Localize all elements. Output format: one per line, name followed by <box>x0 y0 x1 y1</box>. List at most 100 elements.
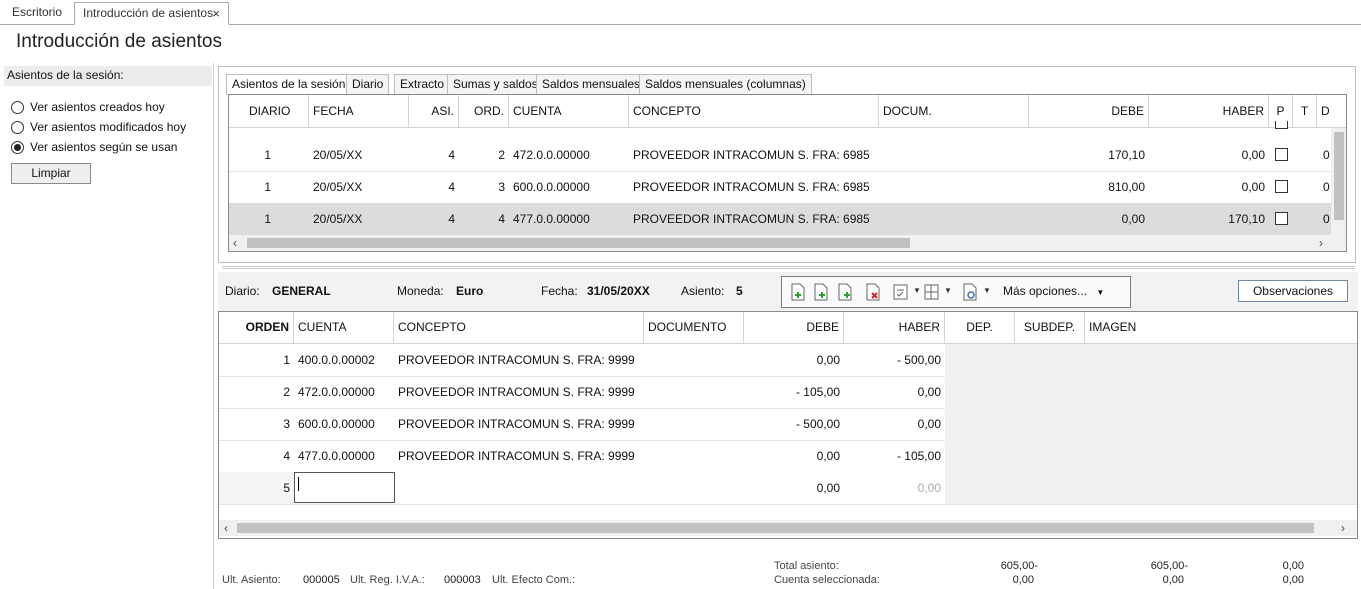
column-header-haber[interactable]: HABER <box>844 312 945 344</box>
cell-concepto[interactable]: PROVEEDOR INTRACOMUN S. FRA: 9999 <box>394 440 644 472</box>
cell-debe[interactable]: 0,00 <box>744 472 844 504</box>
cell-cuenta[interactable]: 472.0.0.00000 <box>294 376 394 408</box>
checkbox[interactable] <box>1275 212 1288 225</box>
column-header-debe[interactable]: DEBE <box>1029 95 1149 128</box>
radio-as-used[interactable]: Ver asientos según se usan <box>11 140 201 156</box>
cell-cuenta[interactable]: 600.0.0.00000 <box>294 408 394 440</box>
column-header-docum[interactable]: DOCUM. <box>879 95 1029 128</box>
column-header-asi[interactable]: ASI. <box>409 95 459 128</box>
scrollbar-thumb[interactable] <box>247 238 910 248</box>
tab-saldos-mensuales[interactable]: Saldos mensuales <box>536 74 647 94</box>
cell-concepto[interactable]: PROVEEDOR INTRACOMUN S. FRA: 9999 <box>394 376 644 408</box>
tab-introduccion-asientos[interactable]: Introducción de asientos × <box>74 2 229 25</box>
more-options-menu[interactable]: Más opciones... ▼ <box>1003 284 1104 298</box>
document-settings-icon[interactable] <box>961 283 979 301</box>
tab-saldos-mensuales-columnas[interactable]: Saldos mensuales (columnas) <box>639 74 812 94</box>
cell-haber[interactable]: - 500,00 <box>844 344 945 376</box>
cell-concepto[interactable]: PROVEEDOR INTRACOMUN S. FRA: 9999 <box>394 408 644 440</box>
cell-concepto[interactable]: PROVEEDOR INTRACOMUN S. FRA: 9999 <box>394 344 644 376</box>
entry-lines-grid[interactable]: ORDEN CUENTA CONCEPTO DOCUMENTO DEBE HAB… <box>218 311 1358 539</box>
insert-line-icon[interactable] <box>812 283 830 301</box>
cell-documento[interactable] <box>644 344 744 376</box>
chevron-down-icon[interactable]: ▼ <box>913 286 921 295</box>
delete-line-icon[interactable] <box>864 283 882 301</box>
column-header-debe[interactable]: DEBE <box>744 312 844 344</box>
tab-sumas-saldos[interactable]: Sumas y saldos <box>447 74 544 94</box>
new-line-icon[interactable] <box>789 283 807 301</box>
cell-orden: 5 <box>283 481 290 495</box>
cell-debe[interactable]: - 500,00 <box>744 408 844 440</box>
copy-icon[interactable] <box>923 283 941 301</box>
radio-created-today[interactable]: Ver asientos creados hoy <box>11 100 201 116</box>
table-row[interactable]: 1 20/05/XX 4 3 600.0.0.00000 PROVEEDOR I… <box>229 171 1331 203</box>
column-header-t[interactable]: T <box>1293 95 1317 128</box>
column-header-fecha[interactable]: FECHA <box>309 95 409 128</box>
scrollbar-thumb[interactable] <box>1334 132 1344 220</box>
cell-documento[interactable] <box>644 408 744 440</box>
column-header-documento[interactable]: DOCUMENTO <box>644 312 744 344</box>
column-header-diario[interactable]: DIARIO <box>229 95 309 128</box>
cell-cuenta[interactable]: 400.0.0.00002 <box>294 344 394 376</box>
scroll-left-icon[interactable]: ‹ <box>224 520 228 536</box>
table-row[interactable]: 1 20/05/XX 4 2 472.0.0.00000 PROVEEDOR I… <box>229 139 1331 171</box>
add-line-icon[interactable] <box>836 283 854 301</box>
cell-asi: 4 <box>448 148 455 162</box>
radio-modified-today[interactable]: Ver asientos modificados hoy <box>11 120 201 136</box>
cuenta-seleccionada-label: Cuenta seleccionada: <box>774 574 880 586</box>
cell-asi: 4 <box>448 212 455 226</box>
horizontal-scrollbar[interactable]: ‹ › <box>229 235 1346 251</box>
column-header-concepto[interactable]: CONCEPTO <box>394 312 644 344</box>
cell-haber[interactable]: 0,00 <box>844 408 945 440</box>
close-icon[interactable]: × <box>212 3 220 24</box>
diario-value: GENERAL <box>272 284 331 298</box>
column-header-imagen[interactable]: IMAGEN <box>1085 312 1357 344</box>
cell-haber[interactable]: 0,00 <box>844 472 945 504</box>
column-header-cuenta[interactable]: CUENTA <box>509 95 629 128</box>
cell-debe[interactable]: 0,00 <box>744 440 844 472</box>
cell-debe[interactable]: 0,00 <box>744 344 844 376</box>
splitter[interactable] <box>222 266 1355 269</box>
table-row[interactable]: 2 472.0.0.00000 PROVEEDOR INTRACOMUN S. … <box>219 376 945 408</box>
horizontal-scrollbar[interactable]: ‹ › <box>219 520 1357 536</box>
tab-extracto[interactable]: Extracto <box>394 74 451 94</box>
cuenta-input[interactable] <box>294 472 395 503</box>
table-row-selected[interactable]: 1 20/05/XX 4 4 477.0.0.00000 PROVEEDOR I… <box>229 203 1331 235</box>
table-row[interactable]: 4 477.0.0.00000 PROVEEDOR INTRACOMUN S. … <box>219 440 945 472</box>
cell-concepto[interactable] <box>394 472 644 504</box>
column-header-cuenta[interactable]: CUENTA <box>294 312 394 344</box>
column-header-dep[interactable]: DEP. <box>945 312 1015 344</box>
radio-icon <box>11 121 24 134</box>
table-row[interactable]: 3 600.0.0.00000 PROVEEDOR INTRACOMUN S. … <box>219 408 945 440</box>
tab-asientos-sesion[interactable]: Asientos de la sesión <box>226 74 352 95</box>
checkbox[interactable] <box>1275 180 1288 193</box>
vertical-scrollbar[interactable] <box>1331 128 1346 236</box>
column-header-orden[interactable]: ORDEN <box>219 312 294 344</box>
scroll-right-icon[interactable]: › <box>1319 235 1323 251</box>
tab-diario[interactable]: Diario <box>346 74 390 94</box>
cell-haber[interactable]: 0,00 <box>844 376 945 408</box>
cell-debe[interactable]: - 105,00 <box>744 376 844 408</box>
cell-documento[interactable] <box>644 472 744 504</box>
column-header-haber[interactable]: HABER <box>1149 95 1269 128</box>
check-list-icon[interactable] <box>892 283 910 301</box>
column-header-ord[interactable]: ORD. <box>459 95 509 128</box>
cell-documento[interactable] <box>644 440 744 472</box>
scrollbar-thumb[interactable] <box>237 523 1314 533</box>
scroll-left-icon[interactable]: ‹ <box>233 235 237 251</box>
column-header-d[interactable]: D <box>1317 95 1346 128</box>
checkbox[interactable] <box>1275 148 1288 161</box>
clear-button[interactable]: Limpiar <box>11 163 91 184</box>
cell-cuenta[interactable]: 477.0.0.00000 <box>294 440 394 472</box>
chevron-down-icon[interactable]: ▼ <box>944 286 952 295</box>
column-header-subdep[interactable]: SUBDEP. <box>1015 312 1085 344</box>
checkbox[interactable] <box>1275 121 1288 129</box>
table-row[interactable]: 1 400.0.0.00002 PROVEEDOR INTRACOMUN S. … <box>219 344 945 376</box>
session-entries-grid[interactable]: DIARIO FECHA ASI. ORD. CUENTA CONCEPTO D… <box>228 94 1347 252</box>
cell-documento[interactable] <box>644 376 744 408</box>
cell-haber[interactable]: - 105,00 <box>844 440 945 472</box>
scroll-right-icon[interactable]: › <box>1341 520 1345 536</box>
chevron-down-icon[interactable]: ▼ <box>983 286 991 295</box>
observaciones-button[interactable]: Observaciones <box>1238 280 1348 302</box>
column-header-concepto[interactable]: CONCEPTO <box>629 95 879 128</box>
tab-escritorio[interactable]: Escritorio <box>4 2 70 25</box>
